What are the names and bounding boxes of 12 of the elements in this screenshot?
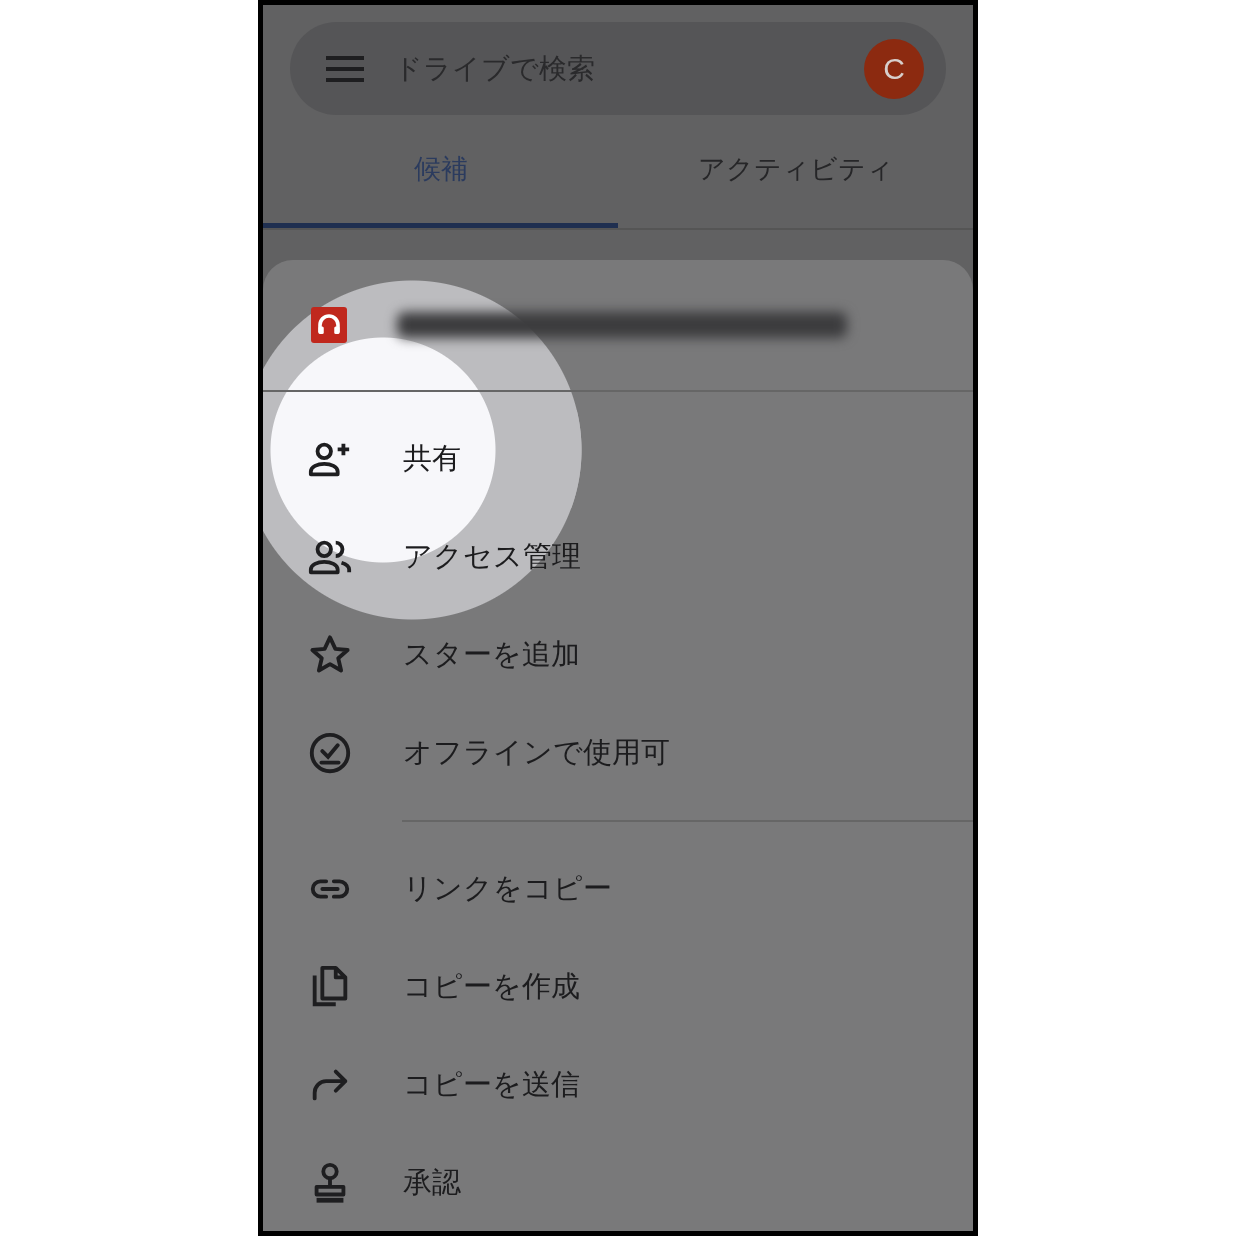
menu-item[interactable]: オフラインで使用可 [263, 704, 973, 802]
menu-icon[interactable] [326, 54, 364, 83]
menu-item[interactable]: リンクをコピー [263, 840, 973, 938]
menu-item[interactable]: 承認 [263, 1134, 973, 1231]
menu-item[interactable]: スターを追加 [263, 606, 973, 704]
tab[interactable]: アクティビティ [618, 115, 973, 228]
menu-item[interactable]: コピーを送信 [263, 1036, 973, 1134]
account-avatar[interactable]: C [864, 38, 924, 99]
menu-item[interactable]: コピーを作成 [263, 938, 973, 1036]
audio-file-icon [311, 307, 347, 343]
offline-check-icon [307, 730, 353, 776]
menu-item[interactable]: アクセス管理 [263, 508, 973, 606]
